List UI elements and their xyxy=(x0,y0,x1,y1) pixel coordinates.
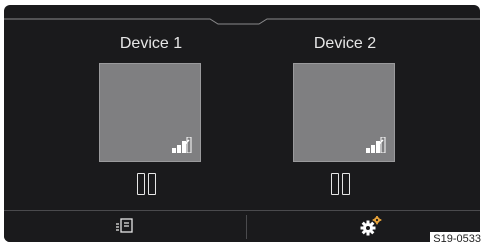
reference-code: S19-0533 xyxy=(430,232,484,246)
device-2-name: Device 2 xyxy=(313,35,377,52)
bottom-bar xyxy=(4,210,480,242)
device-1-name: Device 1 xyxy=(119,35,183,52)
pause-bar-right xyxy=(342,173,350,195)
signal-strength-icon xyxy=(366,137,386,153)
media-screen: Device 1 Device 2 xyxy=(4,5,480,242)
pause-bar-left xyxy=(137,173,145,195)
device-2-tile[interactable] xyxy=(293,63,395,162)
settings-gear-icon xyxy=(360,216,382,236)
menu-button[interactable] xyxy=(4,211,246,242)
device-1-tile[interactable] xyxy=(99,63,201,162)
pause-bar-right xyxy=(148,173,156,195)
pause-bar-left xyxy=(331,173,339,195)
list-menu-icon xyxy=(116,218,133,233)
pause-button[interactable] xyxy=(330,173,352,195)
pause-button[interactable] xyxy=(136,173,158,195)
signal-strength-icon xyxy=(172,137,192,153)
top-bezel-line xyxy=(4,18,480,25)
